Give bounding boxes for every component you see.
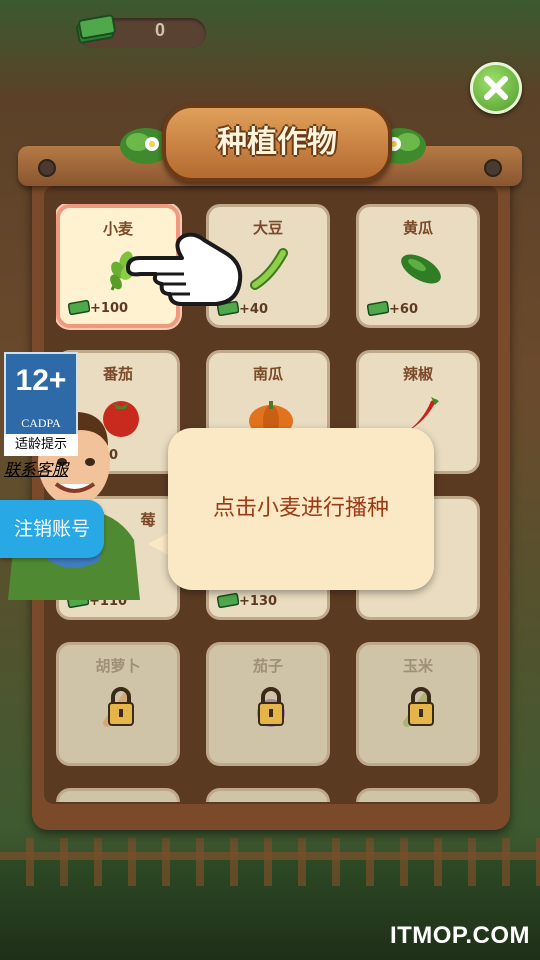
- tutorial-hint: 点击小麦进行播种: [212, 496, 389, 521]
- age-rating-org: CADPA: [21, 416, 61, 430]
- logout-account-button[interactable]: 注销账号: [0, 500, 104, 558]
- money-value: 0: [154, 20, 165, 40]
- bubble-tail: [148, 532, 170, 556]
- money-icon: [76, 14, 116, 44]
- lock-icon: [403, 687, 434, 727]
- dialog-title: 种植作物: [217, 125, 337, 160]
- crop-card-eggplant-locked[interactable]: 茄子: [206, 642, 330, 766]
- cucumber-icon: [401, 254, 441, 284]
- crop-name: 胡萝卜: [95, 657, 141, 675]
- age-rating-label: 适龄提示: [4, 434, 78, 456]
- crop-card-locked[interactable]: [56, 788, 180, 802]
- crop-card-locked[interactable]: [356, 788, 480, 802]
- close-button[interactable]: [470, 62, 522, 114]
- crop-card-locked[interactable]: [206, 788, 330, 802]
- pointing-hand-icon: [126, 232, 243, 306]
- close-icon: [484, 76, 508, 100]
- crop-name: 南瓜: [252, 365, 283, 383]
- title-banner: 种植作物: [162, 104, 392, 182]
- fence-rail: [0, 852, 540, 860]
- age-rating-number: 12+: [15, 364, 67, 397]
- fence: [0, 838, 540, 886]
- money-icon: [367, 300, 389, 316]
- crop-card-carrot-locked[interactable]: 胡萝卜: [56, 642, 180, 766]
- crop-name: 茄子: [252, 657, 283, 675]
- contact-support-link[interactable]: 联系客服: [4, 456, 68, 480]
- money-icon: [68, 299, 90, 315]
- rivet-left: [38, 159, 56, 177]
- crop-name: 黄瓜: [402, 219, 433, 237]
- crop-name: 辣椒: [402, 365, 433, 383]
- crop-reward: +60: [389, 302, 418, 317]
- tutorial-bubble: 点击小麦进行播种: [168, 428, 434, 590]
- crop-card-corn-locked[interactable]: 玉米: [356, 642, 480, 766]
- watermark: ITMOP.COM: [389, 922, 530, 949]
- rivet-right: [484, 159, 502, 177]
- soybean-icon: [250, 248, 288, 290]
- crop-card-cucumber[interactable]: 黄瓜 +60: [356, 204, 480, 328]
- lock-icon: [257, 687, 285, 727]
- crop-name: 玉米: [402, 657, 433, 675]
- crop-reward: +130: [239, 594, 278, 609]
- money-icon: [217, 592, 239, 608]
- lock-icon: [103, 687, 134, 727]
